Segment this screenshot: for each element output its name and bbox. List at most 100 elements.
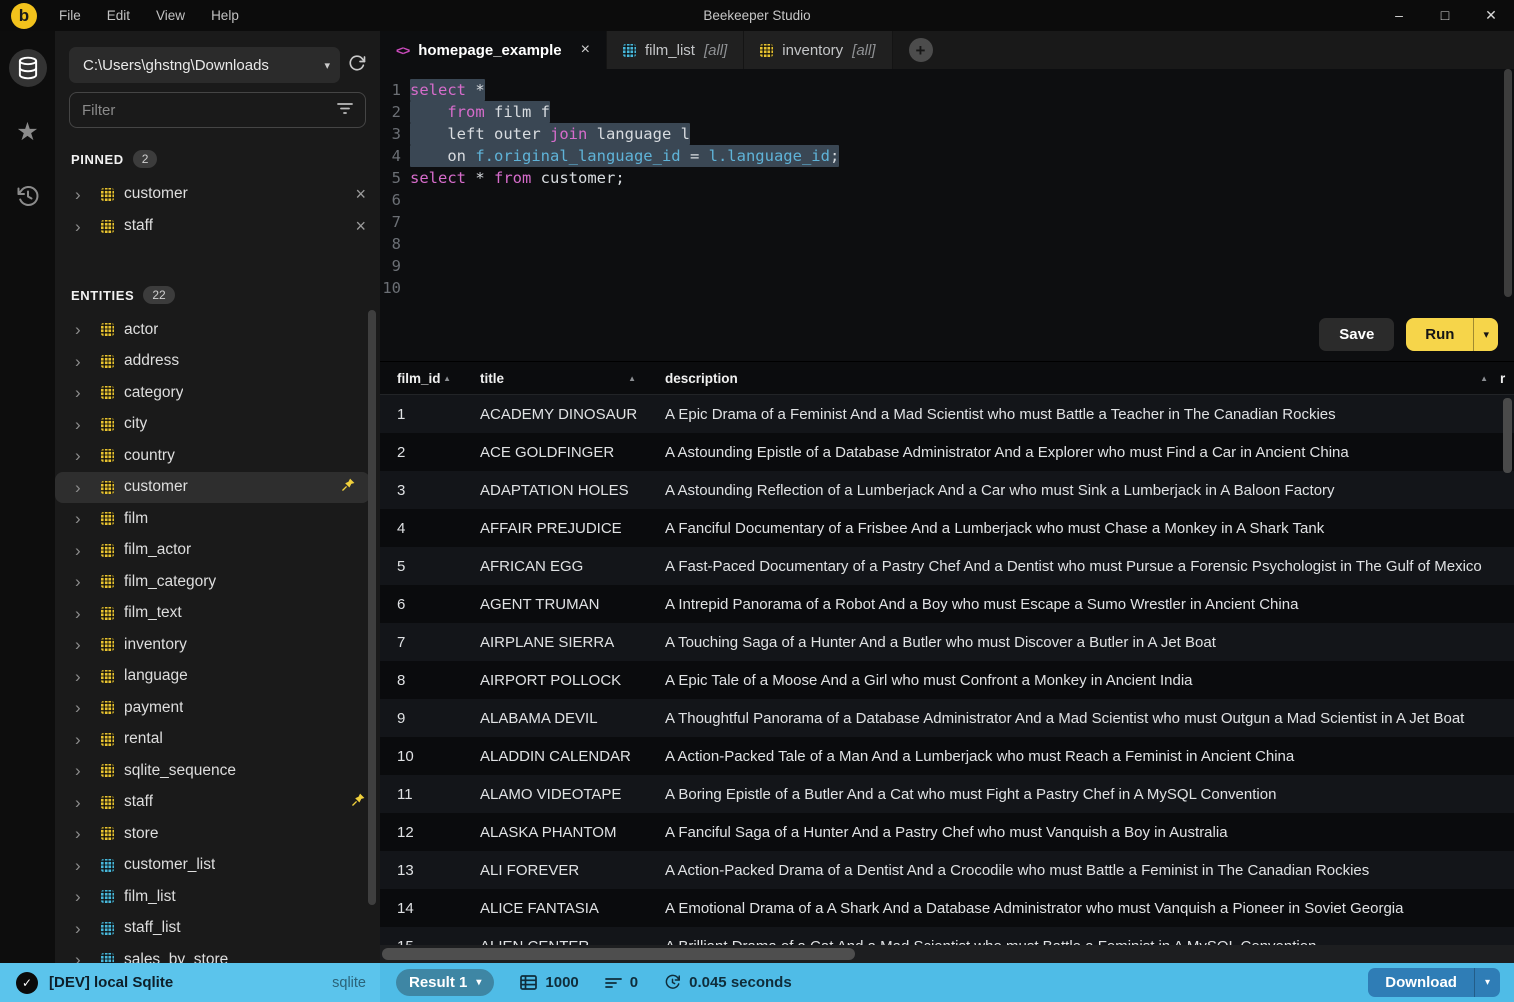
refresh-button[interactable] <box>348 54 366 77</box>
expand-chevron-icon[interactable]: › <box>75 542 93 559</box>
expand-chevron-icon[interactable]: › <box>75 636 93 653</box>
expand-chevron-icon[interactable]: › <box>75 888 93 905</box>
table-row[interactable]: 3 ADAPTATION HOLES A Astounding Reflection… <box>380 471 1514 509</box>
table-row[interactable]: 9 ALABAMA DEVIL A Thoughtful Panorama of a… <box>380 699 1514 737</box>
sidebar-item-sqlite_sequence[interactable]: › sqlite_sequence <box>55 755 380 787</box>
maximize-button[interactable]: □ <box>1422 0 1468 31</box>
menu-edit[interactable]: Edit <box>107 8 130 23</box>
tab-close-icon[interactable]: × <box>581 41 590 59</box>
cell-title: ALAMO VIDEOTAPE <box>480 785 622 803</box>
sidebar-item-payment[interactable]: › payment <box>55 692 380 724</box>
expand-chevron-icon[interactable]: › <box>75 668 93 685</box>
editor-scrollbar[interactable] <box>1504 69 1512 297</box>
save-button[interactable]: Save <box>1319 318 1395 351</box>
database-nav-icon[interactable] <box>8 49 47 87</box>
close-button[interactable]: ✕ <box>1468 0 1514 31</box>
sidebar-item-rental[interactable]: › rental <box>55 724 380 756</box>
pin-icon[interactable] <box>341 477 356 497</box>
expand-chevron-icon[interactable]: › <box>75 218 93 235</box>
connection-select[interactable]: C:\Users\ghstng\Downloads ▾ <box>69 47 340 83</box>
table-row[interactable]: 2 ACE GOLDFINGER A Astounding Epistle of a… <box>380 433 1514 471</box>
expand-chevron-icon[interactable]: › <box>75 825 93 842</box>
sidebar-item-customer[interactable]: › customer <box>55 471 370 503</box>
sidebar-item-inventory[interactable]: › inventory <box>55 629 380 661</box>
download-button[interactable]: Download <box>1368 968 1475 997</box>
sidebar-scrollbar[interactable] <box>368 310 376 905</box>
sidebar-item-address[interactable]: › address <box>55 346 380 378</box>
favorites-nav-icon[interactable]: ★ <box>9 113 47 151</box>
table-row[interactable]: 4 AFFAIR PREJUDICE A Fanciful Documentary … <box>380 509 1514 547</box>
table-row[interactable]: 13 ALI FOREVER A Action-Packed Drama of a … <box>380 851 1514 889</box>
sidebar-item-language[interactable]: › language <box>55 661 380 693</box>
scrollbar-thumb[interactable] <box>382 948 855 960</box>
sidebar-item-store[interactable]: › store <box>55 818 380 850</box>
expand-chevron-icon[interactable]: › <box>75 794 93 811</box>
table-row[interactable]: 1 ACADEMY DINOSAUR A Epic Drama of a Femin… <box>380 395 1514 433</box>
run-options-caret[interactable]: ▾ <box>1474 318 1498 351</box>
result-selector[interactable]: Result 1 ▾ <box>396 969 495 996</box>
results-vertical-scrollbar[interactable] <box>1503 398 1512 473</box>
history-nav-icon[interactable] <box>9 177 47 215</box>
results-horizontal-scrollbar[interactable] <box>380 945 1514 963</box>
table-row[interactable]: 11 ALAMO VIDEOTAPE A Boring Epistle of a B… <box>380 775 1514 813</box>
expand-chevron-icon[interactable]: › <box>75 510 93 527</box>
expand-chevron-icon[interactable]: › <box>75 447 93 464</box>
pin-icon[interactable] <box>351 792 366 812</box>
expand-chevron-icon[interactable]: › <box>75 699 93 716</box>
table-row[interactable]: 5 AFRICAN EGG A Fast-Paced Documentary of … <box>380 547 1514 585</box>
menu-help[interactable]: Help <box>211 8 239 23</box>
table-row[interactable]: 12 ALASKA PHANTOM A Fanciful Saga of a Hun… <box>380 813 1514 851</box>
expand-chevron-icon[interactable]: › <box>75 416 93 433</box>
tab-film_list[interactable]: film_list [all] <box>606 31 745 69</box>
expand-chevron-icon[interactable]: › <box>75 731 93 748</box>
sidebar-item-film_list[interactable]: › film_list <box>55 881 380 913</box>
column-header-film-id[interactable]: film_id ▲ <box>380 362 463 394</box>
sidebar-item-film_text[interactable]: › film_text <box>55 598 380 630</box>
sidebar-item-film_category[interactable]: › film_category <box>55 566 380 598</box>
unpin-close-icon[interactable]: × <box>355 217 366 235</box>
column-header-title[interactable]: title ▲ <box>463 362 648 394</box>
run-button[interactable]: Run <box>1406 318 1475 351</box>
unpin-close-icon[interactable]: × <box>355 185 366 203</box>
sidebar-item-category[interactable]: › category <box>55 377 380 409</box>
filter-input[interactable] <box>82 101 337 119</box>
table-row[interactable]: 14 ALICE FANTASIA A Emotional Drama of a A… <box>380 889 1514 927</box>
new-tab-button[interactable]: + <box>908 38 933 62</box>
sidebar-item-film[interactable]: › film <box>55 503 380 535</box>
expand-chevron-icon[interactable]: › <box>75 920 93 937</box>
expand-chevron-icon[interactable]: › <box>75 762 93 779</box>
expand-chevron-icon[interactable]: › <box>75 605 93 622</box>
sidebar-item-staff[interactable]: › staff <box>55 787 380 819</box>
menu-view[interactable]: View <box>156 8 185 23</box>
sidebar-item-country[interactable]: › country <box>55 440 380 472</box>
sidebar-item-staff_list[interactable]: › staff_list <box>55 913 380 945</box>
table-row[interactable]: 8 AIRPORT POLLOCK A Epic Tale of a Moose A… <box>380 661 1514 699</box>
expand-chevron-icon[interactable]: › <box>75 353 93 370</box>
expand-chevron-icon[interactable]: › <box>75 857 93 874</box>
sidebar-item-customer[interactable]: › customer × <box>55 178 380 210</box>
table-row[interactable]: 10 ALADDIN CALENDAR A Action-Packed Tale o… <box>380 737 1514 775</box>
sidebar-item-film_actor[interactable]: › film_actor <box>55 535 380 567</box>
expand-chevron-icon[interactable]: › <box>75 951 93 963</box>
expand-chevron-icon[interactable]: › <box>75 384 93 401</box>
minimize-button[interactable]: – <box>1376 0 1422 31</box>
download-options-caret[interactable]: ▾ <box>1474 968 1500 997</box>
column-header-description[interactable]: description ▲ <box>648 362 1500 394</box>
sql-editor[interactable]: 1 select * 2 from film f3 left outer join … <box>380 69 1514 361</box>
menu-file[interactable]: File <box>59 8 81 23</box>
table-row[interactable]: 6 AGENT TRUMAN A Intrepid Panorama of a Ro… <box>380 585 1514 623</box>
expand-chevron-icon[interactable]: › <box>75 186 93 203</box>
sidebar-item-city[interactable]: › city <box>55 409 380 441</box>
expand-chevron-icon[interactable]: › <box>75 479 93 496</box>
tab-homepage_example[interactable]: <> homepage_example × <box>380 31 607 69</box>
sidebar-item-customer_list[interactable]: › customer_list <box>55 850 380 882</box>
column-header-truncated[interactable]: r <box>1500 362 1514 394</box>
sidebar-item-sales_by_store[interactable]: › sales_by_store <box>55 944 380 963</box>
expand-chevron-icon[interactable]: › <box>75 573 93 590</box>
cell-film-id: 2 <box>397 443 406 461</box>
sidebar-item-actor[interactable]: › actor <box>55 314 380 346</box>
table-row[interactable]: 7 AIRPLANE SIERRA A Touching Saga of a Hun… <box>380 623 1514 661</box>
tab-inventory[interactable]: inventory [all] <box>744 31 893 69</box>
expand-chevron-icon[interactable]: › <box>75 321 93 338</box>
sidebar-item-staff[interactable]: › staff × <box>55 210 380 242</box>
